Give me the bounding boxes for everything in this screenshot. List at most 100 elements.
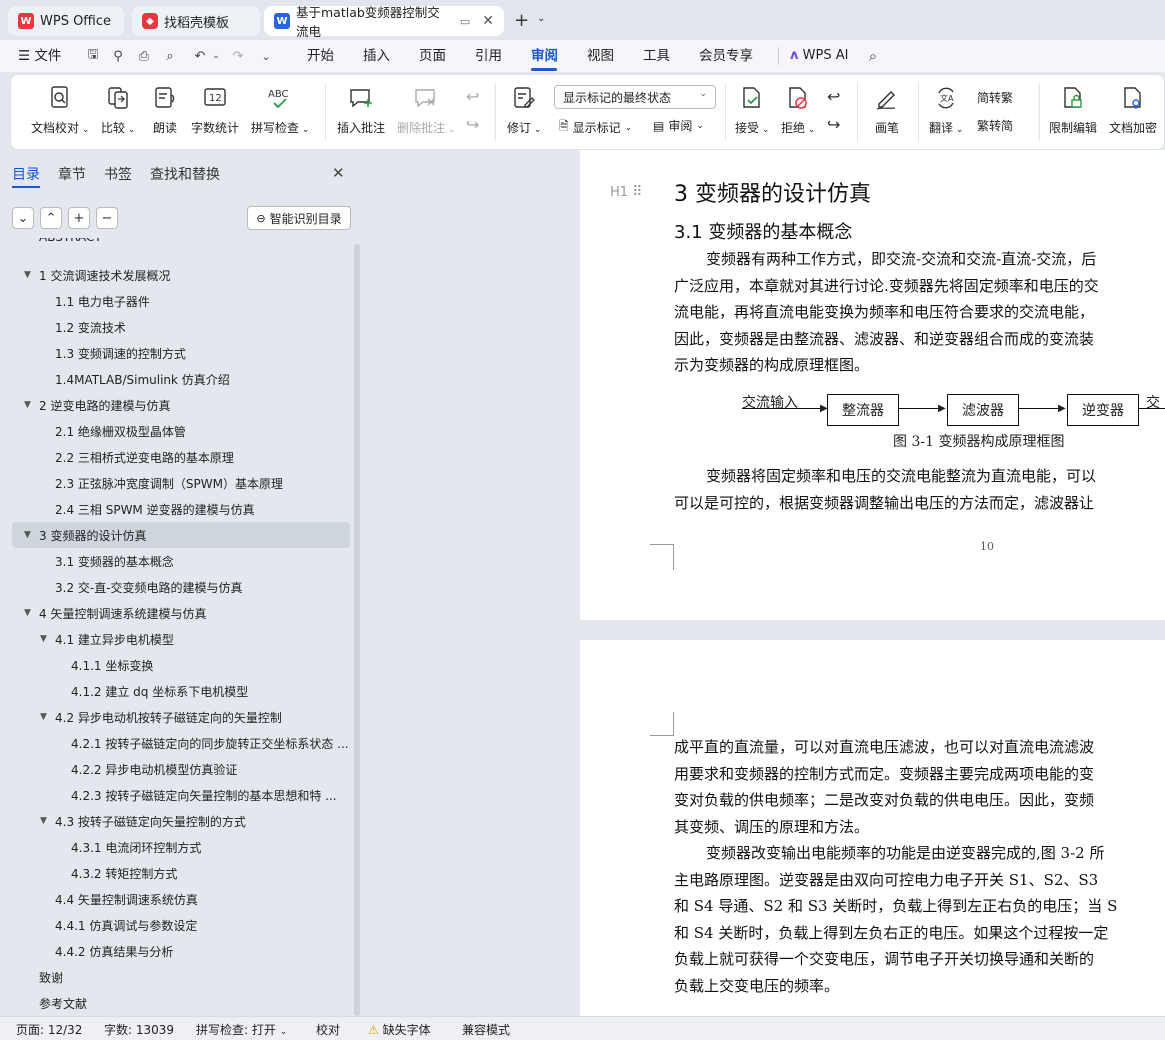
reject-button[interactable]: 拒绝 ⌄ bbox=[781, 83, 815, 136]
toc-item[interactable]: ▼ 1 交流调速技术发展概况 bbox=[0, 262, 352, 288]
toc-item[interactable]: ▼ 4.2 异步电动机按转子磁链定向的矢量控制 bbox=[0, 704, 352, 730]
toc-item[interactable]: 3.1 变频器的基本概念 bbox=[0, 548, 352, 574]
next-comment-icon[interactable]: ↪ bbox=[466, 115, 479, 134]
close-tab-icon[interactable]: ✕ bbox=[482, 13, 494, 29]
toc-item[interactable]: 2.3 正弦脉冲宽度调制（SPWM）基本原理 bbox=[0, 470, 352, 496]
expand-up-button[interactable]: ⌃ bbox=[40, 207, 62, 229]
toc-item[interactable]: 4.2.3 按转子磁链定向矢量控制的基本思想和特 ... bbox=[0, 782, 352, 808]
toc-item[interactable]: ▼ 4.1 建立异步电机模型 bbox=[0, 626, 352, 652]
toc-item[interactable]: 参考文献 bbox=[0, 990, 352, 1016]
search-icon[interactable]: ⌕ bbox=[863, 47, 883, 65]
translate-button[interactable]: 文A 翻译 ⌄ bbox=[929, 83, 963, 136]
show-markup-button[interactable]: 🗎 显示标记 ⌄ bbox=[559, 117, 632, 138]
tab-document[interactable]: W 基于matlab变频器控制交流电 ▭ ✕ bbox=[264, 5, 504, 39]
tab-templates[interactable]: ◆ 找稻壳模板 bbox=[132, 6, 260, 36]
add-heading-button[interactable]: + bbox=[68, 207, 90, 229]
toc-item[interactable]: ▼ 3 变频器的设计仿真 bbox=[12, 522, 350, 548]
menu-page[interactable]: 页面 bbox=[419, 40, 446, 72]
doc-proof-button[interactable]: 文档校对 ⌄ bbox=[31, 83, 89, 136]
share-icon[interactable]: ⚲ bbox=[108, 47, 128, 65]
expand-arrow-icon[interactable]: ▼ bbox=[24, 530, 31, 540]
prev-change-icon[interactable]: ↩ bbox=[827, 87, 840, 106]
simple-to-traditional-button[interactable]: 简转繁 bbox=[977, 89, 1013, 106]
smart-toc-button[interactable]: ⊖ 智能识别目录 bbox=[247, 206, 351, 230]
toc-item[interactable]: 2.2 三相桥式逆变电路的基本原理 bbox=[0, 444, 352, 470]
toc-item[interactable]: 4.2.2 异步电动机模型仿真验证 bbox=[0, 756, 352, 782]
panel-tab-chapters[interactable]: 章节 bbox=[58, 164, 86, 184]
toc-item[interactable]: 2.4 三相 SPWM 逆变器的建模与仿真 bbox=[0, 496, 352, 522]
menu-reference[interactable]: 引用 bbox=[475, 40, 502, 72]
accept-button[interactable]: 接受 ⌄ bbox=[735, 83, 769, 136]
menu-tools[interactable]: 工具 bbox=[643, 40, 670, 72]
status-proof[interactable]: 校对 bbox=[316, 1021, 340, 1038]
toc-item[interactable]: 1.1 电力电子器件 bbox=[0, 288, 352, 314]
panel-tab-bookmarks[interactable]: 书签 bbox=[104, 164, 132, 184]
menu-membership[interactable]: 会员专享 bbox=[699, 40, 753, 72]
expand-arrow-icon[interactable]: ▼ bbox=[24, 270, 31, 280]
collapse-all-button[interactable]: ⌄ bbox=[12, 207, 34, 229]
spell-check-button[interactable]: ABC 拼写检查 ⌄ bbox=[251, 83, 309, 136]
menu-view[interactable]: 视图 bbox=[587, 40, 614, 72]
tab-wps-office[interactable]: W WPS Office bbox=[8, 6, 124, 36]
delete-comment-button[interactable]: 删除批注 ⌄ bbox=[397, 83, 455, 136]
panel-tab-find-replace[interactable]: 查找和替换 bbox=[150, 164, 220, 184]
toc-item[interactable]: ▼ 4.3 按转子磁链定向矢量控制的方式 bbox=[0, 808, 352, 834]
toc-item[interactable]: 致谢 bbox=[0, 964, 352, 990]
expand-arrow-icon[interactable]: ▼ bbox=[40, 712, 47, 722]
status-word-count[interactable]: 字数: 13039 bbox=[104, 1021, 174, 1038]
window-icon[interactable]: ▭ bbox=[460, 15, 470, 28]
toc-item[interactable]: 1.3 变频调速的控制方式 bbox=[0, 340, 352, 366]
prev-comment-icon[interactable]: ↩ bbox=[466, 87, 479, 106]
undo-dropdown-icon[interactable]: ⌄ bbox=[206, 47, 226, 65]
toc-item[interactable]: 4.2.1 按转子磁链定向的同步旋转正交坐标系状态 ... bbox=[0, 730, 352, 756]
traditional-to-simple-button[interactable]: 繁转简 bbox=[977, 117, 1013, 134]
redo-icon[interactable]: ↷ bbox=[228, 47, 248, 65]
toc-item[interactable]: 4.1.2 建立 dq 坐标系下电机模型 bbox=[0, 678, 352, 704]
toc-item[interactable]: 4.4 矢量控制调速系统仿真 bbox=[0, 886, 352, 912]
toc-item[interactable]: 1.2 变流技术 bbox=[0, 314, 352, 340]
track-changes-button[interactable]: 修订 ⌄ bbox=[507, 83, 541, 136]
panel-tab-toc[interactable]: 目录 bbox=[12, 164, 40, 184]
expand-arrow-icon[interactable]: ▼ bbox=[24, 400, 31, 410]
expand-arrow-icon[interactable]: ▼ bbox=[40, 816, 47, 826]
new-tab-icon[interactable]: + bbox=[514, 10, 529, 31]
toc-item[interactable]: ▼ 4 矢量控制调速系统建模与仿真 bbox=[0, 600, 352, 626]
expand-arrow-icon[interactable]: ▼ bbox=[40, 634, 47, 644]
encrypt-button[interactable]: 文档加密 bbox=[1109, 83, 1157, 136]
review-pane-button[interactable]: ▤ 审阅 ⌄ bbox=[653, 117, 704, 134]
read-aloud-button[interactable]: 朗读 bbox=[151, 83, 179, 136]
markup-state-select[interactable]: 显示标记的最终状态 ⌄ bbox=[554, 85, 716, 109]
toc-item[interactable]: ▼ 2 逆变电路的建模与仿真 bbox=[0, 392, 352, 418]
print-preview-icon[interactable]: ⌕ bbox=[160, 47, 180, 65]
menu-insert[interactable]: 插入 bbox=[363, 40, 390, 72]
compare-button[interactable]: 比较 ⌄ bbox=[101, 83, 135, 136]
status-spell-check[interactable]: 拼写检查: 打开 ⌄ bbox=[196, 1021, 287, 1038]
toc-item[interactable]: 4.4.2 仿真结果与分析 bbox=[0, 938, 352, 964]
toc-item[interactable]: 3.2 交-直-交变频电路的建模与仿真 bbox=[0, 574, 352, 600]
expand-arrow-icon[interactable]: ▼ bbox=[24, 608, 31, 618]
close-panel-icon[interactable]: ✕ bbox=[332, 164, 345, 182]
tab-list-chevron-icon[interactable]: ⌄ bbox=[537, 13, 545, 24]
print-icon[interactable]: ⎙ bbox=[134, 47, 154, 65]
toc-item[interactable]: 1.4MATLAB/Simulink 仿真介绍 bbox=[0, 366, 352, 392]
more-chevron-icon[interactable]: ⌄ bbox=[256, 47, 276, 65]
word-count-button[interactable]: 12 字数统计 bbox=[191, 83, 239, 136]
toc-scrollbar[interactable] bbox=[354, 244, 360, 1016]
insert-comment-button[interactable]: 插入批注 bbox=[337, 83, 385, 136]
toc-item[interactable]: 2.1 绝缘栅双极型晶体管 bbox=[0, 418, 352, 444]
save-icon[interactable]: 🖫 bbox=[83, 47, 103, 65]
toc-item[interactable]: 4.1.1 坐标变换 bbox=[0, 652, 352, 678]
next-change-icon[interactable]: ↪ bbox=[827, 115, 840, 134]
toc-item[interactable]: 4.3.2 转矩控制方式 bbox=[0, 860, 352, 886]
file-menu[interactable]: ☰ 文件 bbox=[18, 40, 61, 72]
drag-handle-icon[interactable]: ⠿ bbox=[632, 184, 642, 200]
toc-item[interactable]: ABSTRACT bbox=[0, 230, 352, 256]
menu-start[interactable]: 开始 bbox=[307, 40, 334, 72]
status-page[interactable]: 页面: 12/32 bbox=[16, 1021, 82, 1038]
toc-item[interactable]: 4.3.1 电流闭环控制方式 bbox=[0, 834, 352, 860]
status-missing-font[interactable]: ⚠ 缺失字体 bbox=[368, 1021, 431, 1038]
toc-item[interactable]: 4.4.1 仿真调试与参数设定 bbox=[0, 912, 352, 938]
remove-heading-button[interactable]: − bbox=[96, 207, 118, 229]
pen-button[interactable]: 画笔 bbox=[873, 83, 901, 136]
restrict-edit-button[interactable]: 限制编辑 bbox=[1049, 83, 1097, 136]
